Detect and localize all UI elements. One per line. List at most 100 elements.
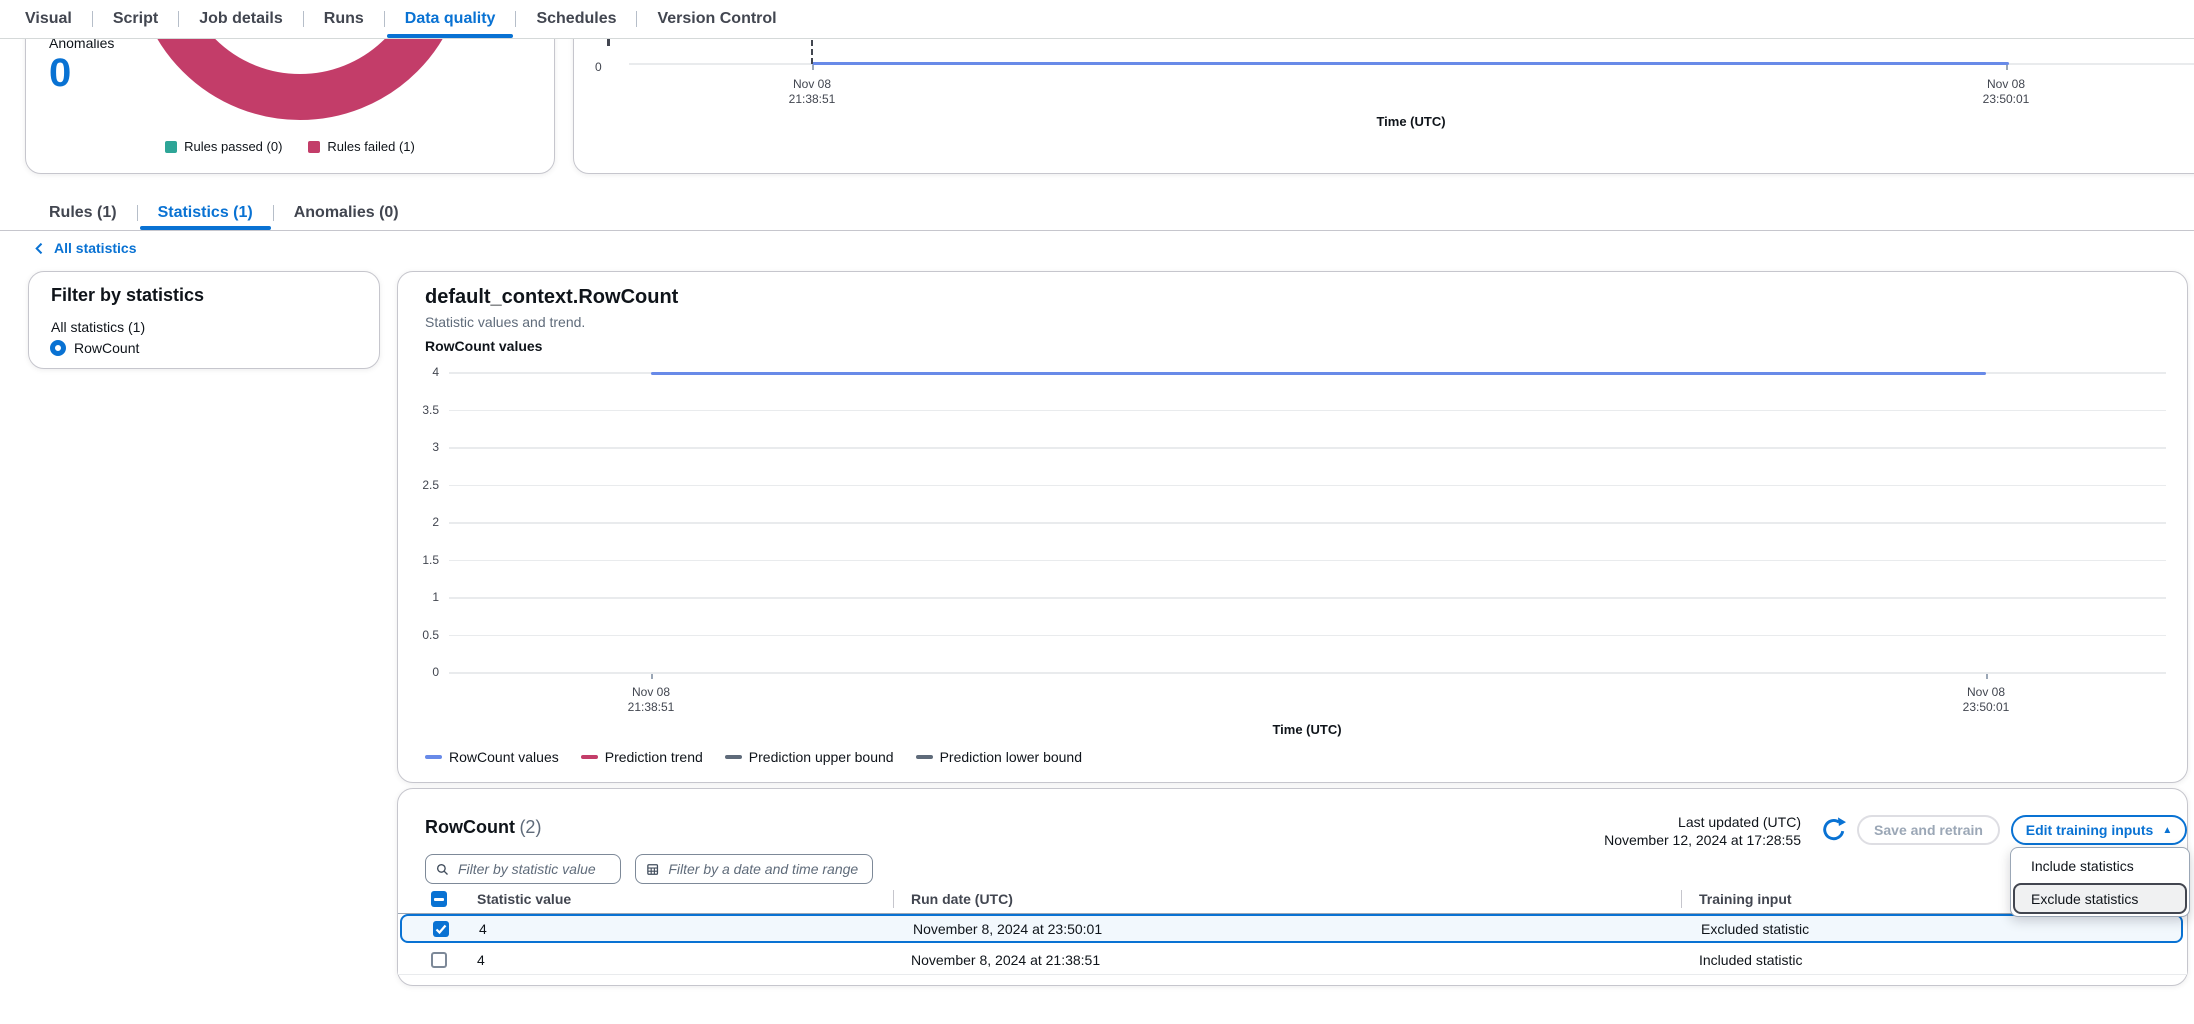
mini-x-tick-2 <box>2006 65 2008 70</box>
table-row-counter: (2) <box>519 817 541 837</box>
prediction-lower-swatch <box>916 755 933 759</box>
tab-rules[interactable]: Rules (1) <box>29 196 137 230</box>
x-axis-title: Time (UTC) <box>1272 722 1341 737</box>
tab-data-quality[interactable]: Data quality <box>385 0 516 38</box>
legend-prediction-trend[interactable]: Prediction trend <box>581 749 703 765</box>
table-row[interactable]: 4 November 8, 2024 at 21:38:51 Included … <box>398 945 2187 975</box>
y-gridline <box>449 485 2166 487</box>
y-gridline <box>449 597 2166 599</box>
tab-job-details[interactable]: Job details <box>179 0 303 38</box>
table-title-text: RowCount <box>425 817 515 837</box>
edit-training-inputs-dropdown: Include statistics Exclude statistics <box>2010 847 2190 917</box>
legend-rowcount-values[interactable]: RowCount values <box>425 749 559 765</box>
chart-legend: RowCount values Prediction trend Predict… <box>425 749 1082 765</box>
search-icon <box>436 862 449 877</box>
date-range-filter[interactable] <box>635 854 873 884</box>
statistic-radio-row[interactable]: RowCount <box>50 340 139 356</box>
tab-statistics[interactable]: Statistics (1) <box>138 196 273 230</box>
tab-script[interactable]: Script <box>93 0 178 38</box>
rules-failed-label: Rules failed (1) <box>327 139 414 154</box>
dropdown-item-exclude-statistics[interactable]: Exclude statistics <box>2013 883 2187 914</box>
donut-legend: Rules passed (0) Rules failed (1) <box>26 139 554 154</box>
y-tick-label: 0 <box>432 665 439 679</box>
date-range-filter-input[interactable] <box>666 860 862 878</box>
mini-data-line <box>812 62 2009 65</box>
col-training-input[interactable]: Training input <box>1699 891 1792 907</box>
table-row[interactable]: 4 November 8, 2024 at 23:50:01 Excluded … <box>400 914 2183 943</box>
statistic-value-filter[interactable] <box>425 854 621 884</box>
job-tab-bar: Visual Script Job details Runs Data qual… <box>0 0 2194 39</box>
rowcount-table-card: RowCount (2) Last updated (UTC) November… <box>397 788 2188 986</box>
last-updated-value: November 12, 2024 at 17:28:55 <box>1604 831 1801 849</box>
all-statistics-link[interactable]: All statistics <box>33 240 136 256</box>
tab-anomalies[interactable]: Anomalies (0) <box>274 196 419 230</box>
table-title: RowCount (2) <box>425 817 541 838</box>
tab-visual[interactable]: Visual <box>5 0 92 38</box>
caret-up-icon: ▲ <box>2162 825 2172 836</box>
col-run-date[interactable]: Run date (UTC) <box>911 891 1013 907</box>
dropdown-item-include-statistics[interactable]: Include statistics <box>2012 849 2188 882</box>
x-label-1: Nov 08 21:38:51 <box>628 685 675 715</box>
mini-y-zero-label: 0 <box>595 60 602 74</box>
rowcount-values-swatch <box>425 755 442 759</box>
legend-prediction-upper[interactable]: Prediction upper bound <box>725 749 894 765</box>
rowcount-line <box>651 372 1986 375</box>
column-divider <box>1681 890 1682 908</box>
radio-rowcount-label: RowCount <box>74 340 139 356</box>
refresh-icon <box>1820 816 1848 844</box>
mini-x-label-2: Nov 08 23:50:01 <box>1983 77 2030 107</box>
mini-x-label-1: Nov 08 21:38:51 <box>789 77 836 107</box>
clipped-y-tick <box>607 39 610 46</box>
data-quality-section-tabs: Rules (1) Statistics (1) Anomalies (0) <box>0 196 2194 231</box>
y-tick-label: 0.5 <box>422 628 439 642</box>
cell-run-date: November 8, 2024 at 21:38:51 <box>911 952 1100 968</box>
y-tick-label: 3 <box>432 440 439 454</box>
y-tick-label: 3.5 <box>422 403 439 417</box>
y-tick-label: 4 <box>432 365 439 379</box>
tab-version-control[interactable]: Version Control <box>637 0 796 38</box>
legend-item-rules-passed[interactable]: Rules passed (0) <box>165 139 282 154</box>
cell-statistic-value: 4 <box>477 952 485 968</box>
x-tick-2 <box>1986 674 1988 679</box>
col-statistic-value[interactable]: Statistic value <box>477 891 571 907</box>
statistic-value-filter-input[interactable] <box>456 860 610 878</box>
radio-selected-icon[interactable] <box>50 340 66 356</box>
table-header-row: Statistic value Run date (UTC) Training … <box>398 885 2187 914</box>
cell-run-date: November 8, 2024 at 23:50:01 <box>913 921 1102 937</box>
cell-training-input: Excluded statistic <box>1701 921 1809 937</box>
rules-failed-swatch <box>308 141 320 153</box>
last-updated-block: Last updated (UTC) November 12, 2024 at … <box>1604 813 1801 849</box>
legend-item-rules-failed[interactable]: Rules failed (1) <box>308 139 414 154</box>
y-tick-label: 1 <box>432 590 439 604</box>
row-checkbox[interactable] <box>433 921 449 937</box>
statistic-title: default_context.RowCount <box>425 286 678 309</box>
last-updated-label: Last updated (UTC) <box>1604 813 1801 831</box>
prediction-upper-swatch <box>725 755 742 759</box>
rowcount-plot: Nov 08 21:38:51 Nov 08 23:50:01 Time (UT… <box>449 373 2166 673</box>
cell-statistic-value: 4 <box>479 921 487 937</box>
anomalies-count: 0 <box>49 53 71 93</box>
tab-runs[interactable]: Runs <box>304 0 384 38</box>
refresh-button[interactable] <box>1820 816 1848 844</box>
check-icon <box>433 921 449 937</box>
prediction-trend-swatch <box>581 755 598 759</box>
save-and-retrain-button[interactable]: Save and retrain <box>1857 815 2000 845</box>
chevron-left-icon <box>33 242 46 255</box>
x-tick-1 <box>651 674 653 679</box>
y-gridline <box>449 635 2166 637</box>
y-tick-label: 1.5 <box>422 553 439 567</box>
y-gridline <box>449 522 2166 524</box>
y-tick-label: 2.5 <box>422 478 439 492</box>
filter-group-label: All statistics (1) <box>51 319 145 335</box>
y-gridline <box>449 560 2166 562</box>
select-all-checkbox[interactable] <box>431 891 447 907</box>
edit-training-inputs-button[interactable]: Edit training inputs ▲ <box>2011 815 2187 845</box>
legend-prediction-lower[interactable]: Prediction lower bound <box>916 749 1082 765</box>
filter-statistics-card: Filter by statistics All statistics (1) … <box>28 271 380 369</box>
filter-panel-title: Filter by statistics <box>51 285 204 306</box>
y-tick-label: 2 <box>432 515 439 529</box>
tab-schedules[interactable]: Schedules <box>516 0 636 38</box>
row-checkbox[interactable] <box>431 952 447 968</box>
mini-x-axis-title: Time (UTC) <box>1376 114 1445 129</box>
all-statistics-label: All statistics <box>54 240 136 256</box>
